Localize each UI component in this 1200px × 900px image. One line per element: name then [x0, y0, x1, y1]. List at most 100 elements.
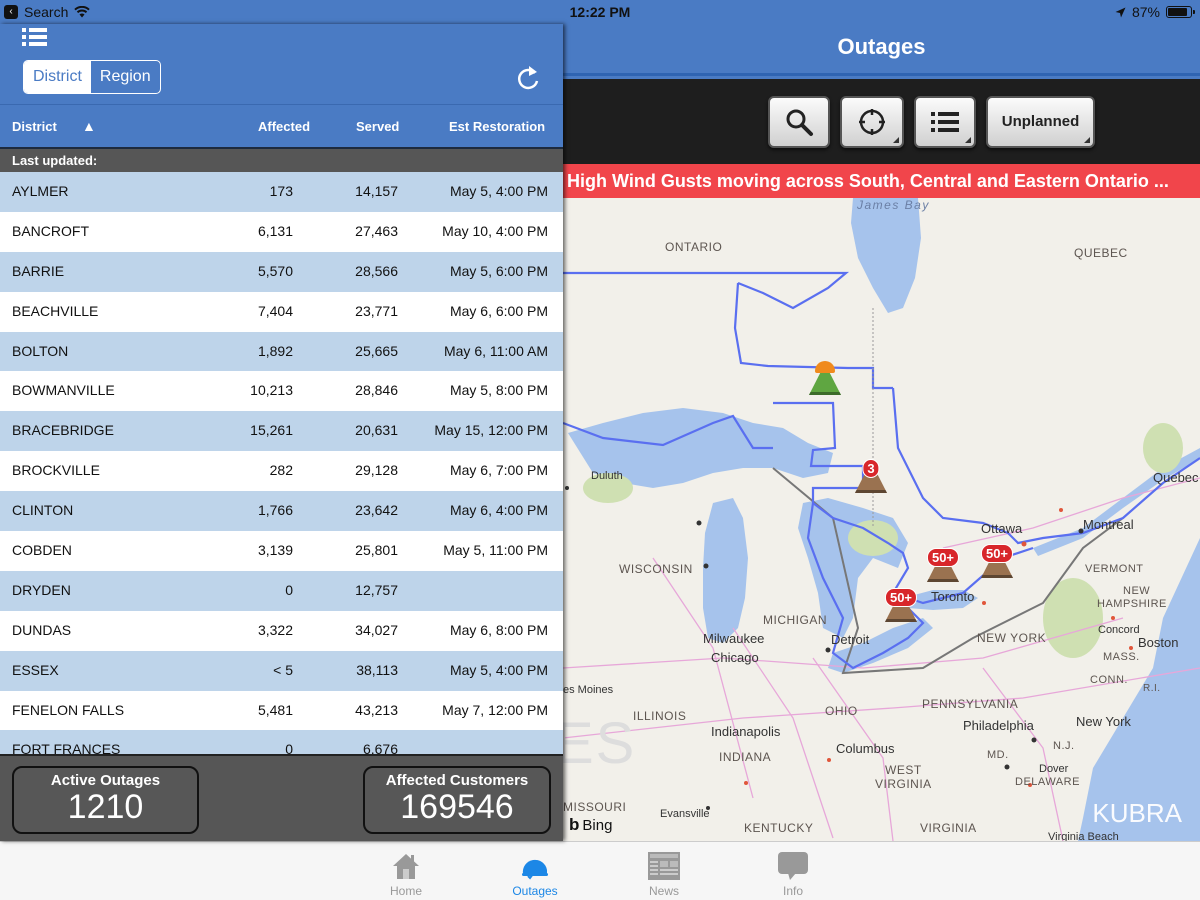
- map-label: OHIO: [825, 704, 858, 718]
- map-label: HAMPSHIRE: [1097, 598, 1167, 610]
- est-restoration-cell: May 6, 11:00 AM: [443, 342, 548, 359]
- tab-news[interactable]: News: [624, 848, 704, 898]
- column-header-est-restoration[interactable]: Est Restoration: [449, 119, 545, 134]
- table-row[interactable]: CLINTON 1,766 23,642 May 6, 4:00 PM: [0, 491, 563, 532]
- speech-bubble-icon: [778, 852, 808, 880]
- affected-customers-value: 169546: [400, 788, 514, 826]
- tab-home[interactable]: Home: [366, 848, 446, 898]
- served-cell: 34,027: [355, 621, 398, 638]
- table-row[interactable]: BEACHVILLE 7,404 23,771 May 6, 6:00 PM: [0, 291, 563, 332]
- map-label: Chicago: [711, 650, 759, 665]
- district-cell: DRYDEN: [12, 581, 71, 598]
- district-table[interactable]: AYLMER 173 14,157 May 5, 4:00 PM BANCROFT 6,1…: [0, 172, 563, 754]
- served-cell: 43,213: [355, 701, 398, 718]
- table-row[interactable]: FENELON FALLS 5,481 43,213 May 7, 12:00 PM: [0, 690, 563, 731]
- map-label: VIRGINIA: [920, 821, 977, 835]
- list-icon: [930, 111, 959, 132]
- table-row[interactable]: ESSEX < 5 38,113 May 5, 4:00 PM: [0, 650, 563, 691]
- district-cell: DUNDAS: [12, 621, 72, 638]
- filter-label: Unplanned: [1001, 113, 1080, 130]
- legend-list-button[interactable]: [913, 95, 976, 148]
- column-header-affected[interactable]: Affected: [258, 119, 310, 134]
- map-label: DELAWARE: [1015, 776, 1080, 788]
- map-label: VERMONT: [1085, 563, 1144, 575]
- active-outages-label: Active Outages: [50, 772, 161, 789]
- table-row[interactable]: DRYDEN 0 12,757: [0, 570, 563, 611]
- outage-type-filter[interactable]: Unplanned: [985, 95, 1096, 148]
- served-cell: 38,113: [356, 661, 398, 678]
- outage-cluster-marker[interactable]: 50+: [979, 544, 1015, 578]
- map-label: WISCONSIN: [619, 562, 693, 576]
- table-row[interactable]: BOLTON 1,892 25,665 May 6, 11:00 AM: [0, 331, 563, 372]
- district-cell: FENELON FALLS: [12, 701, 125, 718]
- map-label: NEW YORK: [977, 631, 1047, 645]
- sort-ascending-icon[interactable]: ▲: [82, 118, 96, 134]
- outage-count-badge: 50+: [926, 548, 960, 567]
- district-cell: AYLMER: [12, 183, 69, 199]
- segment-region[interactable]: Region: [91, 61, 160, 93]
- table-row[interactable]: BANCROFT 6,131 27,463 May 10, 4:00 PM: [0, 211, 563, 252]
- status-bar: ‹ Search 12:22 PM 87%: [0, 0, 1200, 24]
- district-cell: BEACHVILLE: [12, 302, 99, 319]
- est-restoration-cell: May 5, 4:00 PM: [449, 661, 548, 678]
- affected-cell: 15,261: [250, 422, 293, 439]
- served-cell: 6,676: [362, 741, 398, 754]
- est-restoration-cell: May 15, 12:00 PM: [434, 422, 548, 439]
- outage-cluster-marker[interactable]: 50+: [925, 548, 961, 582]
- table-row[interactable]: BRACEBRIDGE 15,261 20,631 May 15, 12:00 PM: [0, 411, 563, 452]
- map-label: INDIANA: [719, 750, 772, 764]
- outage-cluster-marker[interactable]: 50+: [883, 588, 919, 622]
- active-outages-value: 1210: [67, 788, 144, 826]
- served-cell: 23,771: [355, 302, 398, 319]
- column-header-district[interactable]: District: [12, 119, 57, 134]
- map-label: WEST: [885, 763, 922, 777]
- map-label: Montreal: [1083, 517, 1134, 532]
- map-label: New York: [1076, 714, 1131, 729]
- district-cell: CLINTON: [12, 502, 74, 519]
- alert-banner[interactable]: High Wind Gusts moving across South, Cen…: [563, 164, 1200, 198]
- affected-cell: 3,322: [257, 621, 293, 638]
- affected-cell: 5,481: [257, 701, 293, 718]
- district-cell: BOWMANVILLE: [12, 382, 115, 399]
- table-row[interactable]: DUNDAS 3,322 34,027 May 6, 8:00 PM: [0, 610, 563, 651]
- map-label: Milwaukee: [703, 631, 765, 646]
- table-row[interactable]: AYLMER 173 14,157 May 5, 4:00 PM: [0, 172, 563, 212]
- tab-info[interactable]: Info: [753, 848, 833, 898]
- est-restoration-cell: May 10, 4:00 PM: [442, 222, 548, 239]
- est-restoration-cell: May 5, 6:00 PM: [449, 262, 548, 279]
- served-cell: 20,631: [355, 422, 398, 439]
- district-cell: BROCKVILLE: [12, 462, 100, 479]
- map-label: Philadelphia: [963, 718, 1034, 733]
- clock: 12:22 PM: [569, 4, 631, 20]
- outage-count-badge: 3: [862, 459, 880, 478]
- outage-map[interactable]: James Bay ONTARIO QUEBEC Quebec Duluth M…: [563, 198, 1200, 841]
- table-row[interactable]: BOWMANVILLE 10,213 28,846 May 5, 8:00 PM: [0, 371, 563, 412]
- served-cell: 25,801: [355, 542, 398, 559]
- map-label: Columbus: [836, 741, 895, 756]
- refresh-button[interactable]: [515, 64, 541, 92]
- menu-button[interactable]: [22, 27, 48, 47]
- segment-district[interactable]: District: [24, 61, 91, 93]
- affected-cell: 10,213: [250, 382, 293, 399]
- table-row[interactable]: BARRIE 5,570 28,566 May 5, 6:00 PM: [0, 251, 563, 292]
- locate-button[interactable]: [839, 95, 904, 148]
- tab-outages[interactable]: Outages: [495, 848, 575, 898]
- table-row[interactable]: FORT FRANCES 0 6,676: [0, 730, 563, 754]
- map-label: QUEBEC: [1074, 246, 1128, 260]
- column-header-served[interactable]: Served: [356, 119, 399, 134]
- crew-marker[interactable]: [807, 361, 843, 395]
- map-search-button[interactable]: [767, 95, 830, 148]
- est-restoration-cell: May 6, 7:00 PM: [449, 462, 548, 479]
- lake-michigan: [703, 498, 748, 643]
- location-arrow-icon: [1115, 7, 1126, 17]
- outage-cluster-marker[interactable]: 3: [853, 459, 889, 493]
- table-row[interactable]: COBDEN 3,139 25,801 May 5, 11:00 PM: [0, 531, 563, 571]
- est-restoration-cell: May 7, 12:00 PM: [442, 701, 548, 718]
- map-label: es Moines: [563, 684, 614, 696]
- dropdown-corner-icon: [892, 136, 899, 143]
- table-row[interactable]: BROCKVILLE 282 29,128 May 6, 7:00 PM: [0, 451, 563, 492]
- district-cell: BRACEBRIDGE: [12, 422, 114, 439]
- est-restoration-cell: May 5, 4:00 PM: [449, 183, 548, 199]
- nav-bar: Outages: [563, 24, 1200, 76]
- home-icon: [393, 854, 419, 879]
